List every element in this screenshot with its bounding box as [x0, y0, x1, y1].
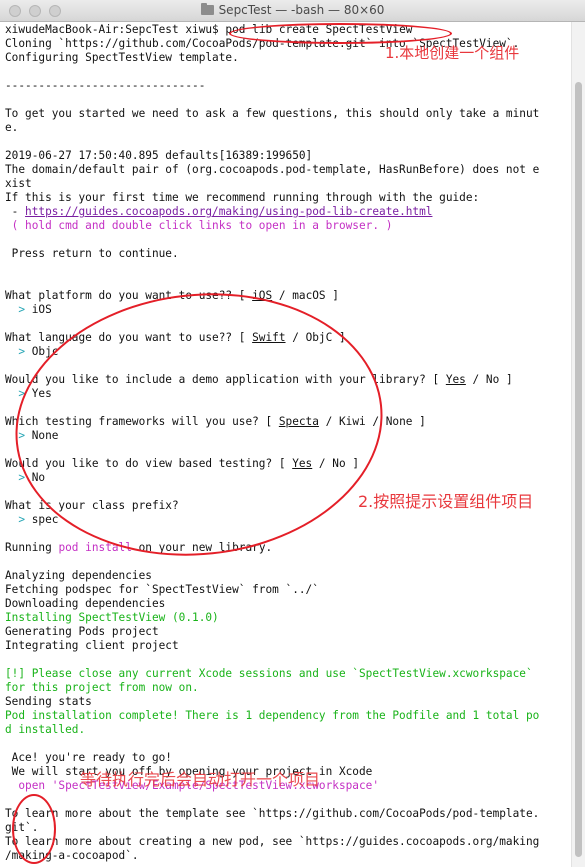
terminal-line: Analyzing dependencies [5, 569, 152, 582]
terminal-line: Installing SpectTestView (0.1.0) [5, 611, 219, 624]
window-title: SepcTest — -bash — 80×60 [0, 3, 585, 17]
terminal-line: 2019-06-27 17:50:40.895 defaults[16389:1… [5, 149, 313, 162]
terminal-line: To learn more about the template see `ht… [5, 807, 540, 820]
answer-platform: > iOS [5, 303, 52, 317]
terminal-line: - https://guides.cocoapods.org/making/us… [5, 205, 433, 219]
terminal-line: Generating Pods project [5, 625, 159, 638]
answer-prompt: > [5, 345, 32, 358]
terminal-text: Running [5, 541, 59, 554]
terminal-line: e. [5, 121, 19, 134]
terminal-line: To learn more about creating a new pod, … [5, 835, 540, 848]
guide-link[interactable]: https://guides.cocoapods.org/making/usin… [25, 205, 432, 218]
terminal-hint: ( hold cmd and double click links to ope… [5, 219, 393, 232]
terminal-line: Sending stats [5, 695, 92, 708]
terminal-line: If this is your first time we recommend … [5, 191, 480, 204]
list-bullet: - [5, 205, 26, 218]
terminal-warning: [!] Please close any current Xcode sessi… [5, 667, 533, 680]
shell-prompt: xiwudeMacBook-Air:SepcTest xiwu$ [5, 23, 226, 36]
terminal-line: Fetching podspec for `SpectTestView` fro… [5, 583, 319, 596]
answer-text: iOS [31, 303, 52, 316]
annotation-ellipse-command [229, 23, 452, 44]
window-titlebar: SepcTest — -bash — 80×60 [0, 0, 585, 22]
annotation-ellipse-git [12, 794, 56, 864]
terminal-success: Pod installation complete! There is 1 de… [5, 709, 540, 722]
terminal-line: xist [5, 177, 32, 190]
terminal-warning: for this project from now on. [5, 681, 199, 694]
terminal-line: Configuring SpectTestView template. [5, 51, 239, 64]
annotation-create-component: 1.本地创建一个组件 [385, 44, 520, 62]
answer-prompt: > [5, 513, 32, 526]
terminal-line: The domain/default pair of (org.cocoapod… [5, 163, 540, 176]
annotation-auto-open-project: 等待执行完后会自动打开一个项目 [80, 770, 321, 789]
scrollbar-thumb[interactable] [575, 82, 582, 857]
terminal-line: Press return to continue. [5, 247, 179, 260]
terminal-line: To get you started we need to ask a few … [5, 107, 540, 120]
terminal-line: Downloading dependencies [5, 597, 166, 610]
window-title-text: SepcTest — -bash — 80×60 [218, 3, 385, 17]
answer-text: spec [31, 513, 59, 526]
folder-icon [200, 3, 214, 15]
question-options: / No ] [465, 373, 513, 386]
vertical-scrollbar[interactable] [571, 22, 585, 867]
answer-prefix: > spec [5, 513, 58, 527]
terminal-success: d installed. [5, 723, 86, 736]
annotation-configure-component: 2.按照提示设置组件项目 [358, 492, 534, 511]
answer-prompt: > [5, 303, 32, 316]
terminal-separator: ------------------------------ [5, 79, 206, 92]
terminal-line: Integrating client project [5, 639, 179, 652]
default-option: Yes [445, 373, 466, 386]
question-options: / macOS ] [272, 289, 339, 302]
terminal-line: Ace! you're ready to go! [5, 751, 172, 764]
